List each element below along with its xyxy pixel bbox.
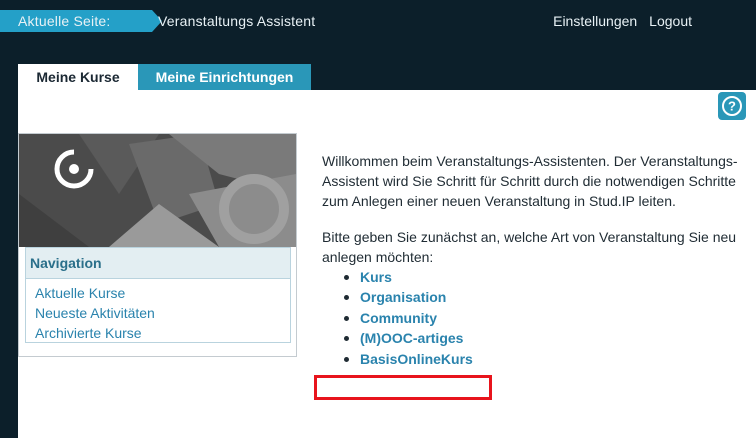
list-item: Community <box>344 308 750 328</box>
navigation-box: Navigation Aktuelle Kurse Neueste Aktivi… <box>25 247 291 343</box>
option-kurs-link[interactable]: Kurs <box>360 269 392 285</box>
list-item: (M)OOC-artiges <box>344 328 750 348</box>
logout-link[interactable]: Logout <box>649 13 692 29</box>
settings-link[interactable]: Einstellungen <box>553 13 637 29</box>
tab-bar: Meine Kurse Meine Einrichtungen <box>18 64 311 90</box>
option-mooc-link[interactable]: (M)OOC-artiges <box>360 330 463 346</box>
question-text: Bitte geben Sie zunächst an, welche Art … <box>322 229 737 265</box>
sidebar-banner-image <box>19 134 296 247</box>
nav-link-archivierte-kurse[interactable]: Archivierte Kurse <box>35 323 290 343</box>
tab-meine-einrichtungen[interactable]: Meine Einrichtungen <box>138 64 311 90</box>
nav-link-neueste-aktivitaeten[interactable]: Neueste Aktivitäten <box>35 303 290 323</box>
list-item: Organisation <box>344 287 750 307</box>
navigation-title: Navigation <box>26 248 290 279</box>
help-button[interactable]: ? <box>718 92 746 120</box>
option-community-link[interactable]: Community <box>360 310 437 326</box>
top-bar: Aktuelle Seite: Veranstaltungs Assistent… <box>0 0 756 42</box>
option-basisonlinekurs-link[interactable]: BasisOnlineKurs <box>360 351 473 367</box>
page-title: Veranstaltungs Assistent <box>158 13 316 29</box>
current-page-label: Aktuelle Seite: <box>0 10 162 32</box>
list-item: Kurs <box>344 267 750 287</box>
question-circle-icon: ? <box>722 96 742 116</box>
nav-link-aktuelle-kurse[interactable]: Aktuelle Kurse <box>35 283 290 303</box>
sidebar: Navigation Aktuelle Kurse Neueste Aktivi… <box>18 133 297 357</box>
highlight-box <box>314 375 492 400</box>
main-content: Willkommen beim Veranstaltungs-Assistent… <box>322 151 750 369</box>
course-type-list: Kurs Organisation Community (M)OOC-artig… <box>322 267 750 369</box>
option-organisation-link[interactable]: Organisation <box>360 289 446 305</box>
tab-meine-kurse[interactable]: Meine Kurse <box>18 64 138 90</box>
top-links: Einstellungen Logout <box>553 10 692 32</box>
list-item: BasisOnlineKurs <box>344 349 750 369</box>
svg-text:?: ? <box>728 99 736 114</box>
intro-text: Willkommen beim Veranstaltungs-Assistent… <box>322 153 738 209</box>
